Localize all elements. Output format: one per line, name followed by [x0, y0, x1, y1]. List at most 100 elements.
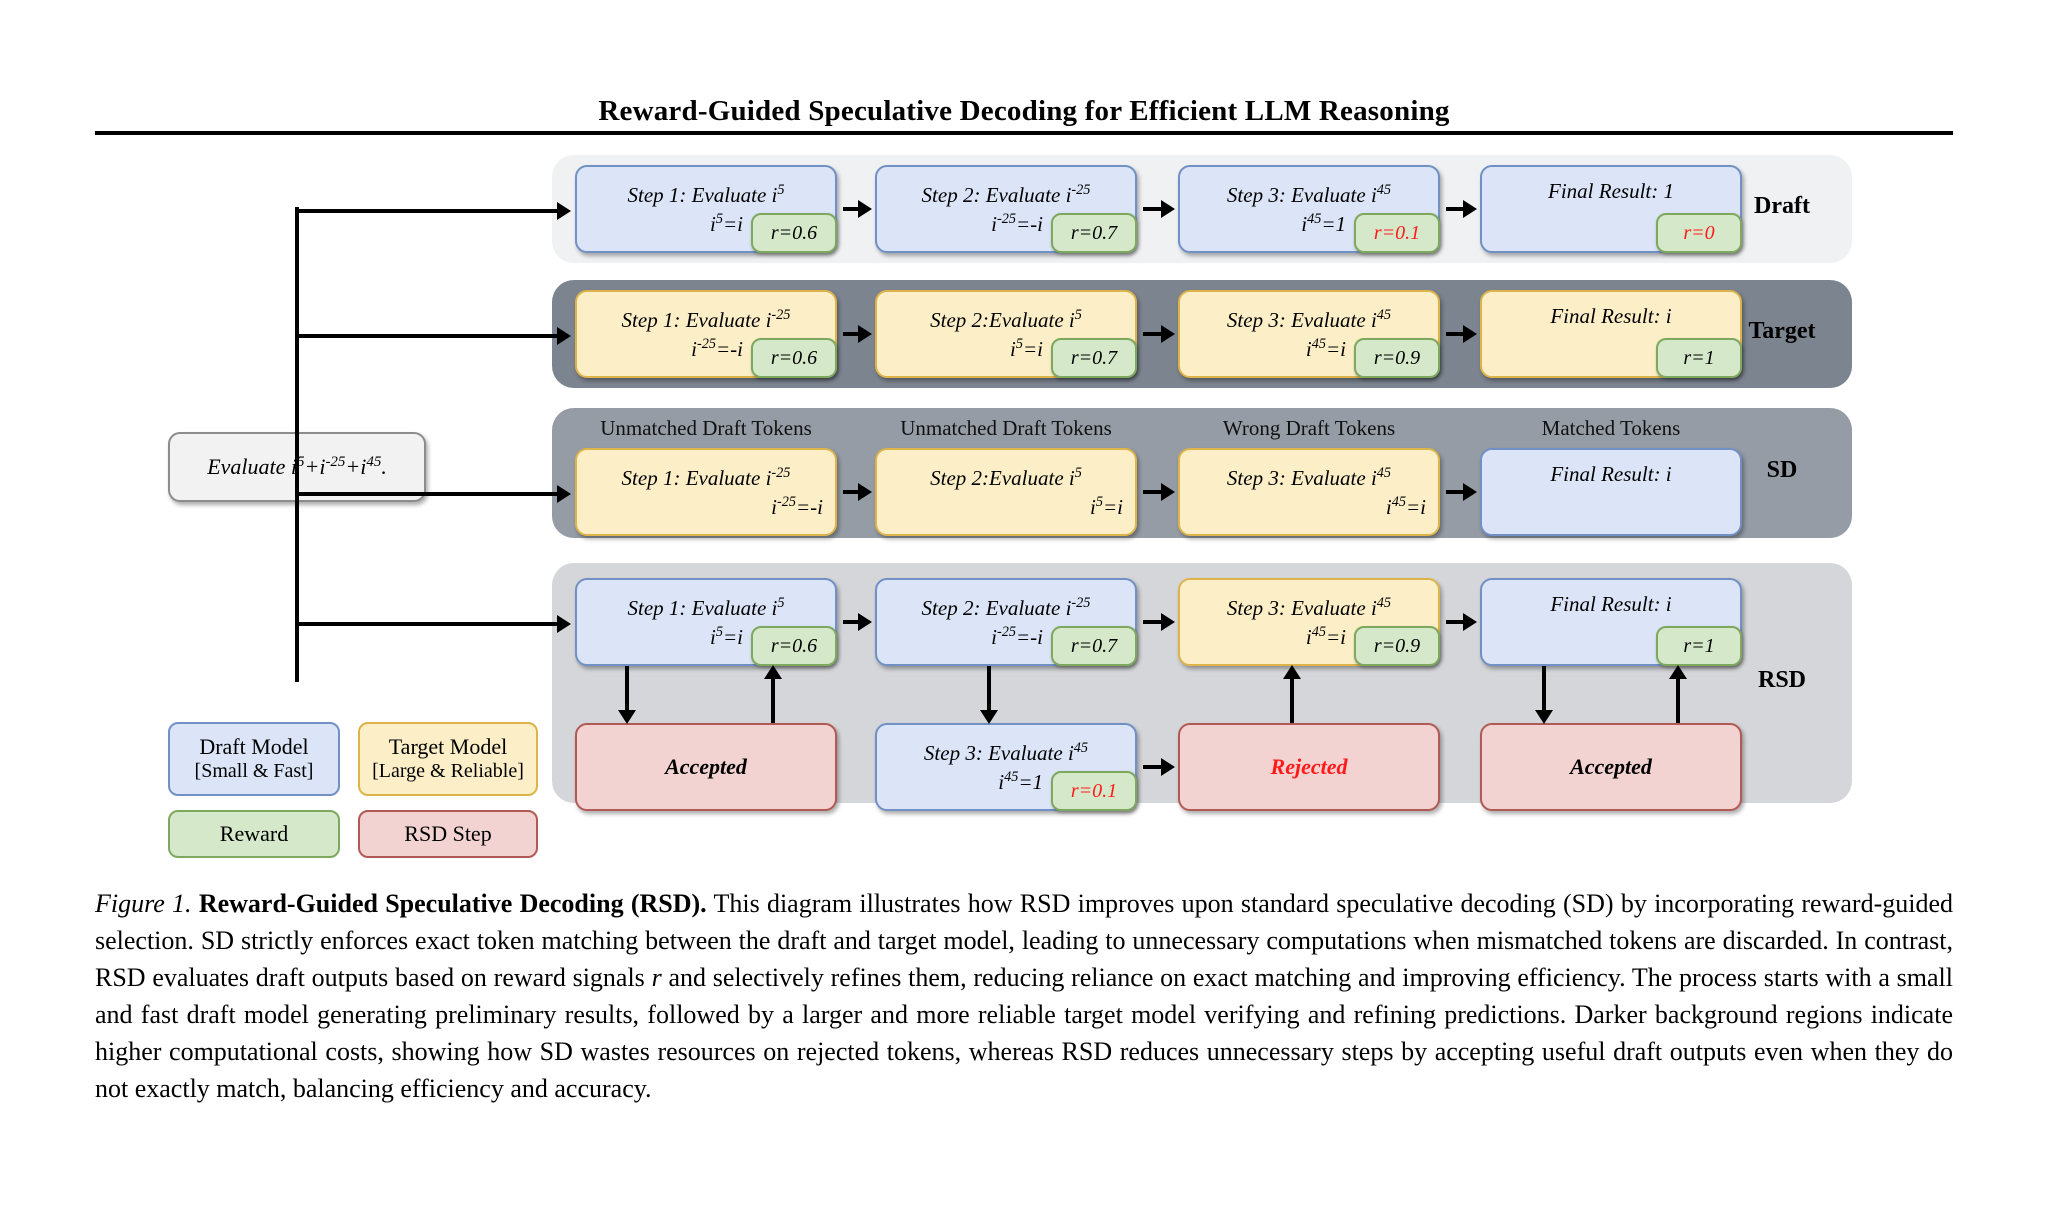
step-box-sd-1: Step 2:Evaluate i5 i5=i — [875, 448, 1137, 536]
flow-arrow-sd-1 — [1143, 483, 1175, 501]
legend-item-blue: Draft Model [Small & Fast] — [168, 722, 340, 796]
row-label-rsd: RSD — [1757, 667, 1806, 693]
legend-title: Target Model — [388, 734, 508, 760]
flow-arrow-target-0 — [843, 325, 872, 343]
caption-figure-number: Figure 1. — [95, 889, 192, 918]
flow-arrow-sd-0 — [843, 483, 872, 501]
input-node-stub-top — [295, 432, 297, 436]
reward-badge: r=0.1 — [1051, 771, 1137, 811]
legend-title: Draft Model — [199, 734, 309, 760]
step-box-sd-2: Step 3: Evaluate i45 i45=i — [1178, 448, 1440, 536]
status-label: Rejected — [1270, 754, 1348, 779]
title-divider — [95, 131, 1953, 135]
rsd-up-arrow-3 — [1669, 665, 1687, 723]
legend-title: Reward — [219, 820, 289, 846]
step-box-sd-0: Step 1: Evaluate i-25 i-25=-i — [575, 448, 837, 536]
step-box-draft-2: Step 3: Evaluate i45 i45=1 r=0.1 — [1178, 165, 1440, 253]
rsd-down-arrow-0 — [618, 666, 636, 724]
reward-badge: r=0.6 — [751, 626, 837, 666]
step-box-target-2: Step 3: Evaluate i45 i45=i r=0.9 — [1178, 290, 1440, 378]
rsd-down-arrow-1 — [980, 666, 998, 724]
column-header-sd-3: Matched Tokens — [1541, 416, 1681, 440]
flow-arrow-rsd-0 — [843, 613, 872, 631]
step-box-title: Step 1: Evaluate i5 — [627, 182, 785, 207]
step-box-value: i45=i — [1385, 494, 1426, 519]
legend-subtitle: [Small & Fast] — [194, 760, 314, 783]
title-block: Reward-Guided Speculative Decoding for E… — [0, 0, 2048, 128]
step-box-rsd-0: Step 1: Evaluate i5 i5=i r=0.6 — [575, 578, 837, 666]
status-box-rsd-bottom-0: Accepted — [575, 723, 837, 811]
reward-badge: r=0.7 — [1051, 626, 1137, 666]
reward-badge: r=0.7 — [1051, 338, 1137, 378]
step-box-title: Step 2: Evaluate i-25 — [921, 182, 1091, 207]
reward-badge: r=1 — [1656, 338, 1742, 378]
step-box-title: Step 2:Evaluate i5 — [930, 307, 1082, 332]
column-header-sd-0: Unmatched Draft Tokens — [600, 416, 812, 440]
step-box-target-1: Step 2:Evaluate i5 i5=i r=0.7 — [875, 290, 1137, 378]
figure-caption: Figure 1. Reward-Guided Speculative Deco… — [95, 886, 1953, 1107]
step-box-title: Step 3: Evaluate i45 — [1226, 465, 1392, 490]
step-box-title: Step 2:Evaluate i5 — [930, 465, 1082, 490]
legend-title: RSD Step — [404, 820, 492, 846]
rsd-up-arrow-2 — [1283, 665, 1301, 723]
step-box-title: Step 3: Evaluate i45 — [923, 740, 1089, 765]
input-branch-arrow-rsd — [295, 615, 571, 633]
legend-item-red: RSD Step — [358, 810, 538, 858]
reward-badge: r=0.9 — [1354, 626, 1440, 666]
reward-badge: r=0.7 — [1051, 213, 1137, 253]
step-box-target-0: Step 1: Evaluate i-25 i-25=-i r=0.6 — [575, 290, 837, 378]
step-box-title: Step 1: Evaluate i5 — [627, 595, 785, 620]
rsd-bottom-arrow — [1143, 758, 1175, 776]
step-box-title: Final Result: i — [1550, 462, 1672, 486]
column-header-sd-1: Unmatched Draft Tokens — [900, 416, 1112, 440]
flow-arrow-target-1 — [1143, 325, 1175, 343]
step-box-title: Step 2: Evaluate i-25 — [921, 595, 1091, 620]
status-label: Accepted — [1570, 754, 1652, 779]
reward-badge: r=0.6 — [751, 213, 837, 253]
legend-item-yellow: Target Model [Large & Reliable] — [358, 722, 538, 796]
reward-badge: r=0 — [1656, 213, 1742, 253]
flow-arrow-sd-2 — [1446, 483, 1477, 501]
flow-arrow-draft-2 — [1446, 200, 1477, 218]
reward-badge: r=0.1 — [1354, 213, 1440, 253]
step-box-rsd-1: Step 2: Evaluate i-25 i-25=-i r=0.7 — [875, 578, 1137, 666]
caption-italic-r: r — [651, 962, 662, 992]
status-label: Accepted — [665, 754, 747, 779]
column-header-sd-2: Wrong Draft Tokens — [1222, 416, 1396, 440]
rsd-down-arrow-3 — [1535, 666, 1553, 724]
step-box-title: Step 1: Evaluate i-25 — [621, 307, 791, 332]
flow-arrow-rsd-1 — [1143, 613, 1175, 631]
reward-badge: r=1 — [1656, 626, 1742, 666]
step-box-draft-3: Final Result: 1 r=0 — [1480, 165, 1742, 253]
step-box-rsd-2: Step 3: Evaluate i45 i45=i r=0.9 — [1178, 578, 1440, 666]
step-box-title: Final Result: 1 — [1548, 179, 1674, 203]
step-box-draft-0: Step 1: Evaluate i5 i5=i r=0.6 — [575, 165, 837, 253]
step-box-title: Step 3: Evaluate i45 — [1226, 307, 1392, 332]
flow-arrow-draft-0 — [843, 200, 872, 218]
step-box-title: Step 1: Evaluate i-25 — [621, 465, 791, 490]
step-box-title: Final Result: i — [1550, 304, 1672, 328]
figure-canvas: Draft Step 1: Evaluate i5 i5=i r=0.6 Step 2:… — [0, 150, 2048, 890]
step-box-rsd-3: Final Result: i r=1 — [1480, 578, 1742, 666]
step-box-value: i5=i — [1090, 494, 1123, 519]
reward-badge: r=0.6 — [751, 338, 837, 378]
flow-arrow-target-2 — [1446, 325, 1477, 343]
legend-subtitle: [Large & Reliable] — [372, 760, 524, 783]
input-branch-arrow-target — [295, 327, 571, 345]
legend-item-green: Reward — [168, 810, 340, 858]
caption-bold-title: Reward-Guided Speculative Decoding (RSD)… — [198, 889, 707, 918]
step-box-title: Step 3: Evaluate i45 — [1226, 595, 1392, 620]
flow-arrow-draft-1 — [1143, 200, 1175, 218]
rsd-up-arrow-0 — [764, 665, 782, 723]
input-bus-line — [295, 207, 299, 682]
flow-arrow-rsd-2 — [1446, 613, 1477, 631]
input-branch-arrow-sd — [295, 485, 571, 503]
step-box-value: i-25=-i — [771, 494, 823, 519]
step-box-draft-1: Step 2: Evaluate i-25 i-25=-i r=0.7 — [875, 165, 1137, 253]
step-box-title: Step 3: Evaluate i45 — [1226, 182, 1392, 207]
input-branch-arrow-draft — [295, 202, 571, 220]
status-box-rsd-bottom-2: Rejected — [1178, 723, 1440, 811]
step-box-sd-3: Final Result: i — [1480, 448, 1742, 536]
step-box-title: Final Result: i — [1550, 592, 1672, 616]
step-box-target-3: Final Result: i r=1 — [1480, 290, 1742, 378]
